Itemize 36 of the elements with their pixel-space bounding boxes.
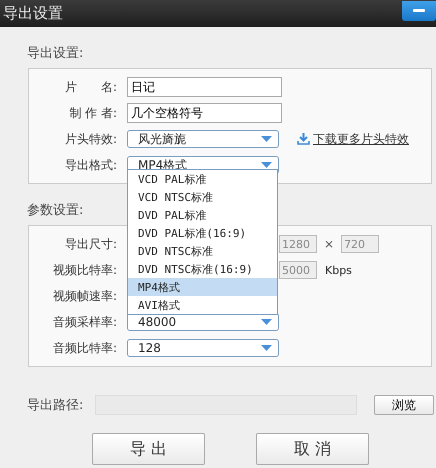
window-title: 导出设置	[2, 4, 63, 23]
field-label: 导出尺寸:	[64, 236, 117, 252]
dropdown[interactable]: 风光旖旎	[127, 130, 279, 148]
dropdown-option[interactable]: DVD NTSC标准(16:9)	[128, 260, 277, 278]
dropdown-option[interactable]: MP4格式	[128, 278, 277, 296]
dropdown-arrow-icon	[261, 162, 272, 168]
path-label: 导出路径:	[27, 397, 84, 414]
dropdown[interactable]: 128	[127, 339, 279, 357]
field-label: 音频比特率:	[52, 340, 117, 356]
field-label: 制 作 者:	[68, 104, 117, 122]
field-label: 音频采样率:	[52, 314, 117, 330]
field-label: 视频帧速率:	[52, 288, 117, 304]
browse-button[interactable]: 浏览	[374, 395, 434, 415]
dropdown-option[interactable]: AVI格式	[128, 296, 277, 314]
field-label: 片头特效:	[64, 130, 117, 148]
dropdown-option[interactable]: DVD PAL标准	[128, 206, 277, 224]
download-icon	[297, 133, 310, 145]
dropdown-option[interactable]: DVD NTSC标准	[128, 242, 277, 260]
dropdown-arrow-icon	[261, 344, 272, 352]
dropdown-arrow-icon	[261, 318, 272, 326]
times-sign: ×	[324, 237, 334, 251]
text-field[interactable]: 日记	[127, 77, 282, 97]
dropdown-arrow-icon	[261, 136, 272, 142]
section-heading: 导出设置:	[27, 45, 84, 62]
dropdown-option[interactable]: VCD NTSC标准	[128, 188, 277, 206]
dropdown-option[interactable]: DVD PAL标准(16:9)	[128, 224, 277, 242]
download-link[interactable]: 下载更多片头特效	[297, 130, 409, 148]
field-label: 片 名:	[64, 78, 117, 96]
minimize-button[interactable]	[402, 0, 436, 20]
text-field[interactable]: 几个空格符号	[127, 103, 282, 123]
unit-label: Kbps	[325, 264, 352, 276]
cancel-button[interactable]: 取 消	[256, 433, 369, 465]
field-label: 视频比特率:	[52, 262, 117, 278]
field-label: 导出格式:	[64, 156, 117, 174]
section-heading: 参数设置:	[27, 202, 84, 219]
export-button[interactable]: 导 出	[92, 433, 205, 465]
